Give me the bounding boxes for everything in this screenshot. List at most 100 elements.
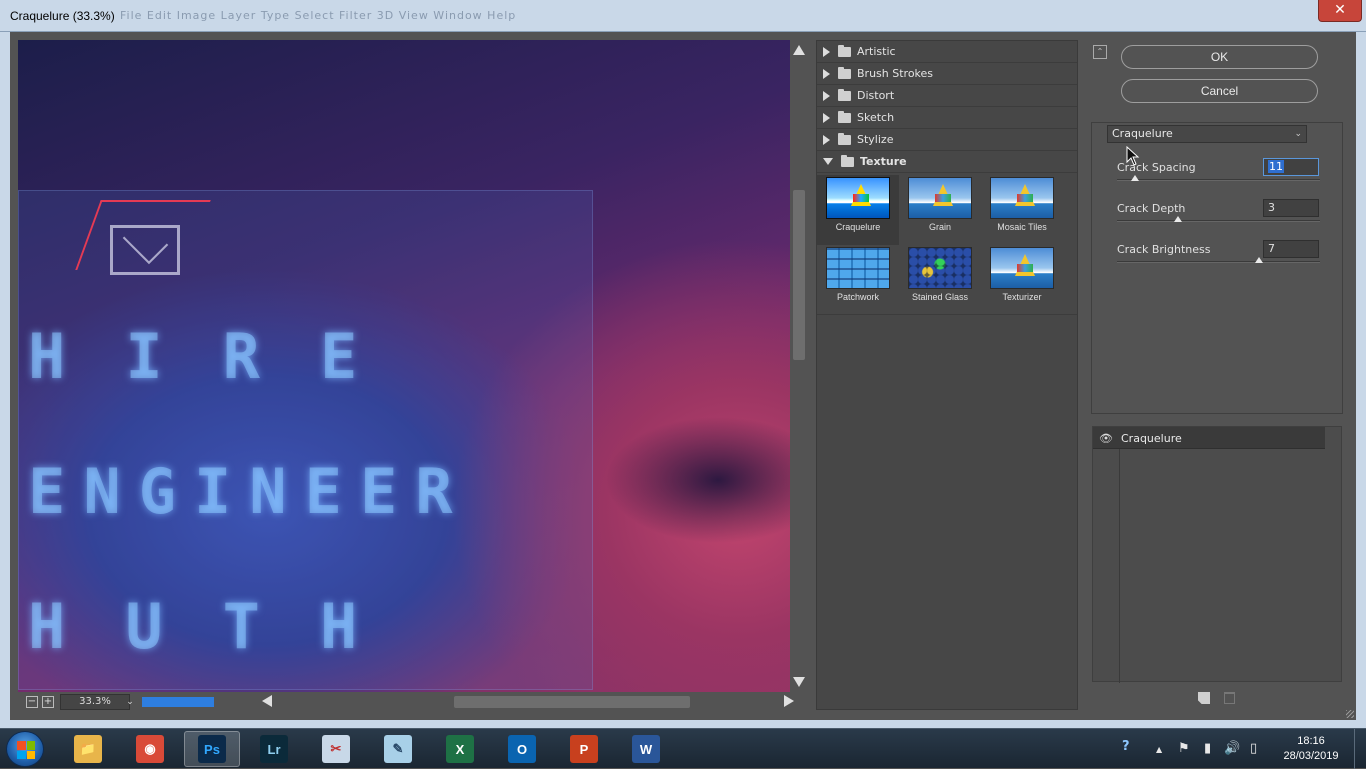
taskbar-app-notepad[interactable]: ✎	[370, 731, 426, 767]
photoshop-icon: Ps	[198, 735, 226, 763]
zoom-level-field[interactable]: 33.3%	[60, 694, 130, 710]
category-label: Stylize	[857, 133, 894, 146]
category-label: Artistic	[857, 45, 896, 58]
preview-bottom-bar: − + 33.3% ⌄	[18, 692, 798, 712]
preview-glow-row-1: HIRE	[28, 320, 418, 393]
expand-arrow-icon	[823, 112, 830, 123]
effect-layer-name: Craquelure	[1121, 432, 1182, 445]
thumb-label: Grain	[928, 222, 951, 232]
zoom-in-button[interactable]: +	[42, 696, 54, 708]
crack-depth-slider-handle[interactable]	[1174, 216, 1182, 222]
logo-quad-blue	[17, 750, 26, 759]
crack-spacing-value: 11	[1268, 160, 1284, 173]
chevron-down-icon: ⌄	[1294, 129, 1302, 139]
stained-glass-thumbnail	[908, 247, 972, 289]
dialog-client: HIRE ENGINEER HUTH − + 33.3% ⌄ Artistic …	[10, 32, 1356, 720]
category-distort[interactable]: Distort	[817, 85, 1077, 107]
action-center-flag-icon[interactable]: ⚑	[1178, 741, 1190, 756]
patchwork-thumbnail	[826, 247, 890, 289]
notepad-icon: ✎	[384, 735, 412, 763]
word-icon: W	[632, 735, 660, 763]
filter-thumb-grain[interactable]: Grain	[899, 175, 981, 245]
start-button[interactable]	[6, 731, 44, 767]
tray-expand-icon[interactable]: ▲	[1156, 745, 1162, 754]
taskbar-app-google-chrome[interactable]: ◉	[122, 731, 178, 767]
scroll-down-arrow[interactable]	[793, 677, 805, 687]
taskbar-app-outlook[interactable]: O	[494, 731, 550, 767]
filter-thumb-texturizer[interactable]: Texturizer	[981, 245, 1063, 315]
crack-spacing-input[interactable]: 11	[1263, 158, 1319, 176]
taskbar-app-powerpoint[interactable]: P	[556, 731, 612, 767]
category-label: Sketch	[857, 111, 895, 124]
title-bar[interactable]: Craquelure (33.3%) File Edit Image Layer…	[0, 0, 1366, 32]
category-label: Distort	[857, 89, 895, 102]
taskbar-app-word[interactable]: W	[618, 731, 674, 767]
mosaic-tiles-thumbnail	[990, 177, 1054, 219]
thumb-label: Texturizer	[1002, 292, 1042, 302]
taskbar-app-photoshop[interactable]: Ps	[184, 731, 240, 767]
scroll-up-arrow[interactable]	[793, 45, 805, 55]
crack-depth-input[interactable]: 3	[1263, 199, 1319, 217]
crack-brightness-slider[interactable]	[1117, 261, 1320, 263]
filter-thumb-mosaic-tiles[interactable]: Mosaic Tiles	[981, 175, 1063, 245]
clock-date: 28/03/2019	[1283, 750, 1339, 762]
texturizer-thumbnail	[990, 247, 1054, 289]
cancel-button[interactable]: Cancel	[1121, 79, 1318, 103]
expand-arrow-icon	[823, 46, 830, 57]
grain-thumbnail	[908, 177, 972, 219]
crack-spacing-slider-handle[interactable]	[1131, 175, 1139, 181]
render-progress-bar	[142, 697, 214, 707]
ok-button[interactable]: OK	[1121, 45, 1318, 69]
param-crack-spacing: Crack Spacing 11	[1117, 158, 1322, 201]
filter-thumb-patchwork[interactable]: Patchwork	[817, 245, 899, 315]
show-desktop-button[interactable]	[1354, 729, 1366, 769]
folder-icon	[838, 66, 851, 79]
crack-brightness-input[interactable]: 7	[1263, 240, 1319, 258]
filter-thumb-stained-glass[interactable]: Stained Glass	[899, 245, 981, 315]
filter-thumb-craquelure[interactable]: Craquelure	[817, 175, 899, 245]
help-icon[interactable]: ?	[1122, 739, 1130, 754]
zoom-dropdown[interactable]: ⌄	[122, 694, 138, 710]
crack-brightness-slider-handle[interactable]	[1255, 257, 1263, 263]
delete-effect-layer-icon[interactable]	[1224, 692, 1235, 704]
render-progress-fill	[142, 697, 214, 707]
folder-icon	[838, 44, 851, 57]
crack-depth-slider[interactable]	[1117, 220, 1320, 222]
preview-canvas[interactable]: HIRE ENGINEER HUTH	[18, 40, 790, 692]
zoom-out-button[interactable]: −	[26, 696, 38, 708]
system-clock[interactable]: 18:16 28/03/2019	[1276, 734, 1346, 764]
category-stylize[interactable]: Stylize	[817, 129, 1077, 151]
new-effect-layer-icon[interactable]	[1198, 692, 1210, 704]
background-menu-bar: File Edit Image Layer Type Select Filter…	[120, 9, 517, 22]
layer-divider	[1119, 449, 1120, 683]
crack-spacing-slider[interactable]	[1117, 179, 1320, 181]
scroll-right-arrow[interactable]	[784, 695, 794, 707]
battery-icon[interactable]: ▯	[1250, 741, 1257, 756]
scroll-thumb-vertical[interactable]	[793, 190, 805, 360]
folder-icon	[838, 132, 851, 145]
scroll-thumb-horizontal[interactable]	[454, 696, 690, 708]
collapse-gallery-icon[interactable]: ⌃	[1093, 45, 1107, 59]
thumb-label: Craquelure	[835, 222, 881, 232]
folder-icon	[838, 88, 851, 101]
category-texture[interactable]: Texture	[817, 151, 1077, 173]
texture-thumbnails: Craquelure Grain Mosaic Tiles Patchwork …	[817, 173, 1077, 315]
taskbar-app-lightroom[interactable]: Lr	[246, 731, 302, 767]
taskbar-app-windows-explorer[interactable]: 📁	[60, 731, 116, 767]
effect-layer-craquelure[interactable]: 👁 Craquelure	[1093, 427, 1325, 449]
taskbar-app-excel[interactable]: X	[432, 731, 488, 767]
taskbar-app-snipping-tool[interactable]: ✂	[308, 731, 364, 767]
close-button[interactable]: ✕	[1318, 0, 1362, 22]
category-sketch[interactable]: Sketch	[817, 107, 1077, 129]
filter-select[interactable]: Craquelure ⌄	[1107, 125, 1307, 143]
scroll-left-arrow[interactable]	[262, 695, 272, 707]
volume-icon[interactable]: 🔊	[1224, 741, 1240, 756]
preview-vertical-scrollbar[interactable]	[790, 40, 808, 692]
resize-grip-icon[interactable]	[1346, 710, 1354, 718]
category-brush-strokes[interactable]: Brush Strokes	[817, 63, 1077, 85]
effect-layers-list: 👁 Craquelure	[1092, 426, 1342, 683]
category-artistic[interactable]: Artistic	[817, 41, 1077, 63]
network-signal-icon[interactable]: ▮	[1204, 741, 1211, 756]
logo-quad-green	[26, 741, 35, 750]
visibility-eye-icon[interactable]: 👁	[1099, 432, 1113, 445]
